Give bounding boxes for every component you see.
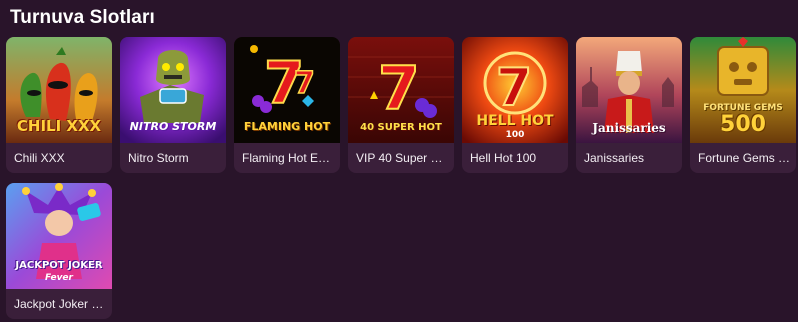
game-thumbnail[interactable]: 7 40 SUPER HOT [348, 37, 454, 143]
game-card-flaming-hot[interactable]: 7 7 FLAMING HOT Flaming Hot Ext… [234, 37, 340, 173]
game-logo-badge: Fever [45, 273, 73, 283]
game-name: Janissaries [584, 151, 645, 165]
section-title: Turnuva Slotları [10, 7, 155, 28]
game-logo-badge: 500 [720, 112, 766, 137]
game-logo-text: HELL HOT [476, 113, 554, 129]
game-logo-text: JACKPOT JOKER [15, 260, 103, 271]
game-name: Chili XXX [14, 151, 65, 165]
game-logo-badge: 100 [505, 130, 525, 140]
game-thumbnail[interactable]: Janissaries [576, 37, 682, 143]
game-card-fortune-gems-500[interactable]: FORTUNE GEMS 500 Fortune Gems 5… [690, 37, 796, 173]
game-thumbnail[interactable]: JACKPOT JOKER Fever [6, 183, 112, 289]
game-name: Jackpot Joker F… [14, 297, 111, 311]
game-thumbnail[interactable]: 7 7 FLAMING HOT [234, 37, 340, 143]
game-name: Fortune Gems 5… [698, 151, 796, 165]
game-logo-text: Janissaries [592, 121, 666, 135]
game-thumbnail[interactable]: CHILI XXX [6, 37, 112, 143]
game-card-nitro-storm[interactable]: NITRO STORM Nitro Storm [120, 37, 226, 173]
game-card-vip-40-super-hot[interactable]: 7 40 SUPER HOT VIP 40 Super H… [348, 37, 454, 173]
game-name: VIP 40 Super H… [356, 151, 452, 165]
game-thumbnail[interactable]: 7 HELL HOT 100 [462, 37, 568, 143]
game-card-jackpot-joker-fever[interactable]: JACKPOT JOKER Fever Jackpot Joker F… [6, 183, 112, 319]
game-name: Flaming Hot Ext… [242, 151, 340, 165]
game-card-janissaries[interactable]: Janissaries Janissaries [576, 37, 682, 173]
game-logo-text: NITRO STORM [129, 120, 217, 133]
game-logo-text: 40 SUPER HOT [360, 122, 442, 133]
game-logo-text: FLAMING HOT [243, 120, 331, 133]
game-card-chili-xxx[interactable]: CHILI XXX Chili XXX [6, 37, 112, 173]
svg-text:7: 7 [378, 54, 420, 124]
game-logo-text: CHILI XXX [16, 117, 102, 135]
game-thumbnail[interactable]: NITRO STORM [120, 37, 226, 143]
svg-text:7: 7 [294, 66, 315, 101]
game-card-hell-hot-100[interactable]: 7 HELL HOT 100 Hell Hot 100 [462, 37, 568, 173]
game-thumbnail[interactable]: FORTUNE GEMS 500 [690, 37, 796, 143]
game-name: Hell Hot 100 [470, 151, 537, 165]
svg-text:7: 7 [496, 58, 532, 118]
game-name: Nitro Storm [128, 151, 189, 165]
game-grid: CHILI XXX Chili XXX NITRO STORM Nitro St… [6, 37, 796, 319]
